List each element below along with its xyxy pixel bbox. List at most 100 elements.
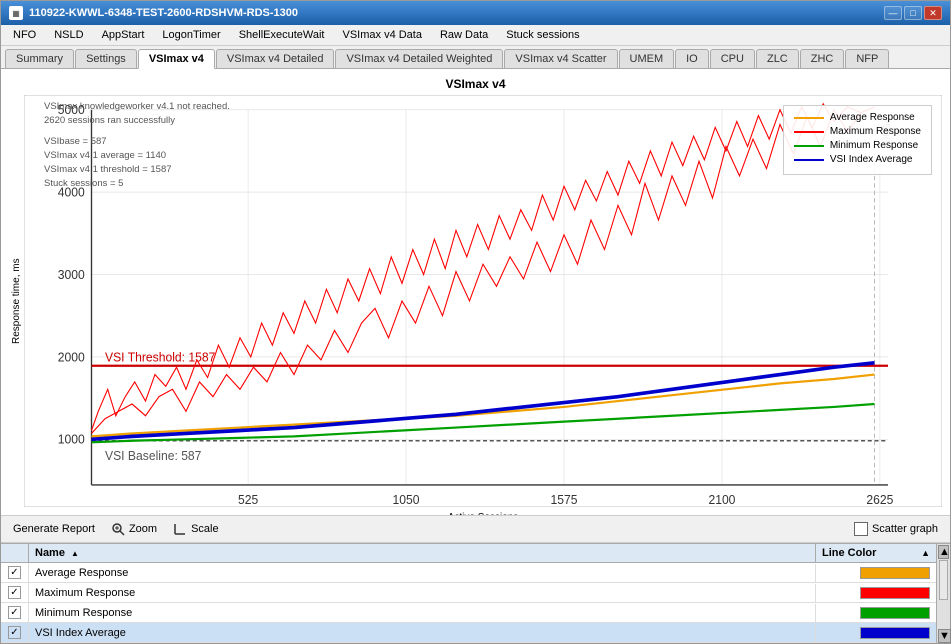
annotation-line4: VSIbase = 587 xyxy=(44,135,230,149)
svg-text:1575: 1575 xyxy=(551,493,578,507)
row1-name: Average Response xyxy=(29,564,816,582)
tab-zlc[interactable]: ZLC xyxy=(756,49,799,68)
checkbox-checked[interactable]: ✓ xyxy=(8,566,21,579)
menu-nfo[interactable]: NFO xyxy=(5,27,44,43)
tab-vsimax-detailed[interactable]: VSImax v4 Detailed xyxy=(216,49,335,68)
tab-zhc[interactable]: ZHC xyxy=(800,49,845,68)
chart-container: VSImax v4 Response time, ms VSImax knowl… xyxy=(1,69,950,515)
title-bar-left: ▦ 110922-KWWL-6348-TEST-2600-RDSHVM-RDS-… xyxy=(9,6,298,20)
table-content: Name ▲ Line Color ▲ ✓ Average Resp xyxy=(1,544,936,643)
chart-legend: Average Response Maximum Response Minimu… xyxy=(783,105,932,175)
annotation-line1: VSImax knowledgeworker v4.1 not reached. xyxy=(44,100,230,114)
tab-vsimax-scatter[interactable]: VSImax v4 Scatter xyxy=(504,49,617,68)
scale-icon xyxy=(173,522,187,536)
th-name-label: Name xyxy=(35,547,65,559)
row3-checkbox[interactable]: ✓ xyxy=(1,603,29,622)
scrollbar-thumb[interactable] xyxy=(939,560,948,600)
row2-color-swatch xyxy=(860,587,930,599)
th-color: Line Color ▲ xyxy=(816,544,936,562)
x-axis-label: Active Sessions xyxy=(24,512,942,515)
table-row: ✓ Maximum Response xyxy=(1,583,936,603)
scatter-graph-checkbox[interactable] xyxy=(854,522,868,536)
legend-line-minimum xyxy=(794,145,824,147)
scale-label: Scale xyxy=(191,523,219,535)
legend-item-average: Average Response xyxy=(794,112,921,123)
tab-summary[interactable]: Summary xyxy=(5,49,74,68)
th-checkbox xyxy=(1,544,29,562)
menu-bar: NFO NSLD AppStart LogonTimer ShellExecut… xyxy=(1,25,950,46)
legend-label-vsi: VSI Index Average xyxy=(830,154,913,165)
zoom-icon xyxy=(111,522,125,536)
annotation-line7: Stuck sessions = 5 xyxy=(44,177,230,191)
menu-vsimax-data[interactable]: VSImax v4 Data xyxy=(335,27,430,43)
tab-cpu[interactable]: CPU xyxy=(710,49,755,68)
tab-settings[interactable]: Settings xyxy=(75,49,137,68)
window-controls: — □ ✕ xyxy=(884,6,942,20)
annotation-line5: VSImax v4.1 average = 1140 xyxy=(44,149,230,163)
legend-line-vsi xyxy=(794,159,824,161)
annotation-line2: 2620 sessions ran successfully xyxy=(44,114,230,128)
y-axis-label: Response time, ms xyxy=(9,95,24,507)
row2-checkbox[interactable]: ✓ xyxy=(1,583,29,602)
window-title: 110922-KWWL-6348-TEST-2600-RDSHVM-RDS-13… xyxy=(29,7,298,19)
th-name[interactable]: Name ▲ xyxy=(29,544,816,562)
chart-svg-area: VSImax knowledgeworker v4.1 not reached.… xyxy=(24,95,942,507)
close-button[interactable]: ✕ xyxy=(924,6,942,20)
scrollbar-up-btn[interactable]: ▲ xyxy=(938,545,949,559)
scatter-check-container: Scatter graph xyxy=(854,522,938,536)
checkbox-checked[interactable]: ✓ xyxy=(8,626,21,639)
svg-text:1000: 1000 xyxy=(58,432,85,447)
row3-color xyxy=(816,604,936,622)
minimize-button[interactable]: — xyxy=(884,6,902,20)
tab-umem[interactable]: UMEM xyxy=(619,49,675,68)
row3-name: Minimum Response xyxy=(29,604,816,622)
legend-label-minimum: Minimum Response xyxy=(830,140,918,151)
row3-color-swatch xyxy=(860,607,930,619)
legend-line-average xyxy=(794,117,824,119)
tab-io[interactable]: IO xyxy=(675,49,709,68)
menu-nsld[interactable]: NSLD xyxy=(46,27,91,43)
chart-title: VSImax v4 xyxy=(9,77,942,91)
legend-item-minimum: Minimum Response xyxy=(794,140,921,151)
scroll-up-icon[interactable]: ▲ xyxy=(921,548,930,558)
annotation-line6: VSImax v4.1 threshold = 1587 xyxy=(44,163,230,177)
legend-item-vsi: VSI Index Average xyxy=(794,154,921,165)
chart-body: Response time, ms VSImax knowledgeworker… xyxy=(9,95,942,507)
menu-raw-data[interactable]: Raw Data xyxy=(432,27,496,43)
chart-inner: VSImax knowledgeworker v4.1 not reached.… xyxy=(24,95,942,507)
row1-color xyxy=(816,564,936,582)
svg-text:1050: 1050 xyxy=(393,493,420,507)
legend-line-maximum xyxy=(794,131,824,133)
menu-shellexecutewait[interactable]: ShellExecuteWait xyxy=(231,27,333,43)
scrollbar-down-btn[interactable]: ▼ xyxy=(938,629,950,643)
row1-checkbox[interactable]: ✓ xyxy=(1,563,29,582)
title-bar: ▦ 110922-KWWL-6348-TEST-2600-RDSHVM-RDS-… xyxy=(1,1,950,25)
legend-label-maximum: Maximum Response xyxy=(830,126,921,137)
tab-nfp[interactable]: NFP xyxy=(845,49,889,68)
row4-color xyxy=(816,624,936,642)
sort-arrow-icon: ▲ xyxy=(71,549,79,558)
checkbox-checked[interactable]: ✓ xyxy=(8,586,21,599)
svg-text:2000: 2000 xyxy=(58,350,85,365)
menu-stuck-sessions[interactable]: Stuck sessions xyxy=(498,27,587,43)
legend-item-maximum: Maximum Response xyxy=(794,126,921,137)
svg-text:2625: 2625 xyxy=(866,493,893,507)
maximize-button[interactable]: □ xyxy=(904,6,922,20)
table-scrollbar[interactable]: ▲ ▼ xyxy=(936,544,950,643)
generate-report-button[interactable]: Generate Report xyxy=(13,523,95,535)
table-row-selected: ✓ VSI Index Average xyxy=(1,623,936,643)
menu-logontimer[interactable]: LogonTimer xyxy=(154,27,228,43)
table-with-scroll: Name ▲ Line Color ▲ ✓ Average Resp xyxy=(1,544,950,643)
table-header: Name ▲ Line Color ▲ xyxy=(1,544,936,563)
zoom-button[interactable]: Zoom xyxy=(111,522,157,536)
row4-checkbox[interactable]: ✓ xyxy=(1,623,29,642)
scale-button[interactable]: Scale xyxy=(173,522,219,536)
tab-vsimax-v4[interactable]: VSImax v4 xyxy=(138,49,215,69)
row4-color-swatch xyxy=(860,627,930,639)
menu-appstart[interactable]: AppStart xyxy=(94,27,153,43)
zoom-label: Zoom xyxy=(129,523,157,535)
svg-text:VSI Baseline: 587: VSI Baseline: 587 xyxy=(105,448,201,463)
tab-vsimax-detailed-weighted[interactable]: VSImax v4 Detailed Weighted xyxy=(335,49,503,68)
checkbox-checked[interactable]: ✓ xyxy=(8,606,21,619)
table-row: ✓ Minimum Response xyxy=(1,603,936,623)
